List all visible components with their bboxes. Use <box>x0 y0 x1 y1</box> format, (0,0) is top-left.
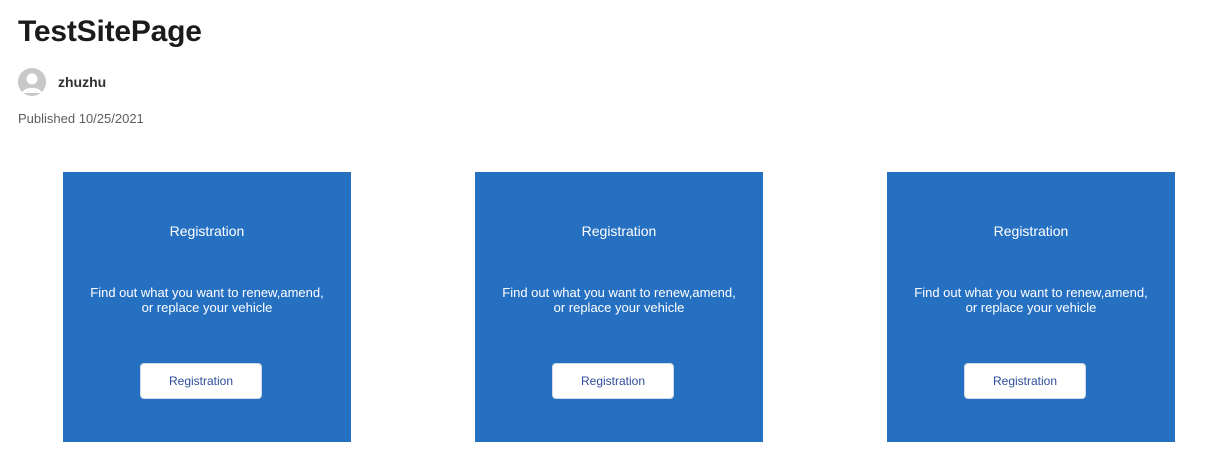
registration-button[interactable]: Registration <box>552 363 674 399</box>
registration-button[interactable]: Registration <box>140 363 262 399</box>
card-description: Find out what you want to renew,amend, o… <box>901 285 1161 315</box>
card-description-line-2: or replace your vehicle <box>141 300 273 315</box>
card-description: Find out what you want to renew,amend, o… <box>489 285 749 315</box>
registration-button[interactable]: Registration <box>964 363 1086 399</box>
page-title: TestSitePage <box>18 15 202 48</box>
card-description-line-1: Find out what you want to renew,amend, <box>914 285 1148 300</box>
card-description: Find out what you want to renew,amend, o… <box>77 285 337 315</box>
author-name[interactable]: zhuzhu <box>58 74 106 90</box>
person-icon <box>18 68 46 96</box>
card-description-line-2: or replace your vehicle <box>965 300 1097 315</box>
registration-card-2: Registration Find out what you want to r… <box>475 172 763 442</box>
card-title: Registration <box>993 223 1069 239</box>
author-byline: zhuzhu <box>18 68 106 96</box>
card-description-line-2: or replace your vehicle <box>553 300 685 315</box>
card-title: Registration <box>169 223 245 239</box>
published-date: Published 10/25/2021 <box>18 111 144 126</box>
card-title: Registration <box>581 223 657 239</box>
avatar[interactable] <box>18 68 46 96</box>
card-description-line-1: Find out what you want to renew,amend, <box>502 285 736 300</box>
registration-card-1: Registration Find out what you want to r… <box>63 172 351 442</box>
card-description-line-1: Find out what you want to renew,amend, <box>90 285 324 300</box>
registration-card-3: Registration Find out what you want to r… <box>887 172 1175 442</box>
page: TestSitePage zhuzhu Published 10/25/2021… <box>0 0 1208 467</box>
